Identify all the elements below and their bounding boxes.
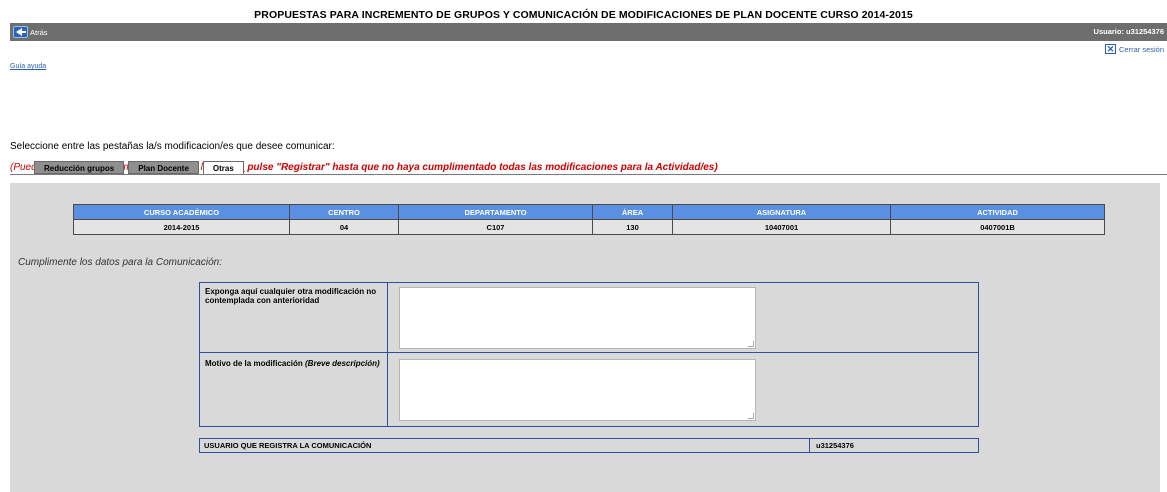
- page-title: PROPUESTAS PARA INCREMENTO DE GRUPOS Y C…: [254, 9, 913, 21]
- reason-label-hint: (Breve descripción): [305, 359, 380, 368]
- warning-part2: pulse "Registrar" hasta que no haya cump…: [244, 162, 718, 173]
- cell-centro: 04: [289, 219, 399, 235]
- cell-area: 130: [592, 219, 673, 235]
- close-icon: ✕: [1104, 44, 1116, 54]
- tab-plan-docente[interactable]: Plan Docente: [128, 161, 199, 174]
- table-row: 2014-2015 04 C107 130 10407001 0407001B: [73, 219, 1105, 235]
- reason-label: Motivo de la modificación (Breve descrip…: [205, 359, 385, 368]
- tab-reduccion-grupos[interactable]: Reducción grupos: [34, 161, 125, 174]
- header-curso: CURSO ACADÉMICO: [73, 204, 290, 220]
- table-header-row: CURSO ACADÉMICO CENTRO DEPARTAMENTO ÁREA…: [73, 204, 1105, 220]
- user-id-label: Usuario: u31254376: [1093, 27, 1164, 36]
- back-arrow-icon: [13, 26, 28, 38]
- cell-asignatura: 10407001: [672, 219, 891, 235]
- form-divider-vertical: [387, 283, 388, 426]
- header-asignatura: ASIGNATURA: [672, 204, 891, 220]
- logout-button[interactable]: ✕ Cerrar sesión: [1104, 44, 1164, 54]
- header-area: ÁREA: [592, 204, 673, 220]
- registrant-value: u31254376: [816, 441, 854, 450]
- other-modification-textarea[interactable]: [399, 287, 756, 349]
- back-button[interactable]: Atrás: [13, 25, 48, 39]
- course-info-table: CURSO ACADÉMICO CENTRO DEPARTAMENTO ÁREA…: [73, 204, 1105, 235]
- top-bar: Atrás Usuario: u31254376: [10, 23, 1167, 41]
- header-departamento: DEPARTAMENTO: [398, 204, 593, 220]
- cell-curso: 2014-2015: [73, 219, 290, 235]
- registrant-label: USUARIO QUE REGISTRA LA COMUNICACIÓN: [204, 441, 372, 450]
- header-actividad: ACTIVIDAD: [890, 204, 1105, 220]
- tab-divider: [10, 174, 1167, 175]
- logout-label: Cerrar sesión: [1118, 44, 1164, 54]
- cell-actividad: 0407001B: [890, 219, 1105, 235]
- communication-form: Exponga aquí cualquier otra modificación…: [199, 282, 979, 427]
- form-intro: Cumplimente los datos para la Comunicaci…: [18, 257, 222, 268]
- cell-departamento: C107: [398, 219, 593, 235]
- resize-grip-icon[interactable]: [748, 341, 754, 347]
- registrant-row: USUARIO QUE REGISTRA LA COMUNICACIÓN u31…: [199, 438, 979, 453]
- other-modification-label: Exponga aquí cualquier otra modificación…: [205, 287, 377, 305]
- header-centro: CENTRO: [289, 204, 399, 220]
- reason-textarea[interactable]: [399, 359, 756, 421]
- help-link[interactable]: Guía ayuda: [10, 63, 46, 70]
- modification-tabs: Reducción grupos Plan Docente Otras: [34, 161, 248, 175]
- instruction-text: Seleccione entre las pestañas la/s modif…: [10, 141, 335, 152]
- resize-grip-icon[interactable]: [748, 413, 754, 419]
- registrant-divider: [809, 439, 810, 452]
- tab-otras[interactable]: Otras: [202, 161, 244, 175]
- form-divider-horizontal: [200, 352, 978, 353]
- back-label: Atrás: [30, 27, 48, 37]
- reason-label-main: Motivo de la modificación: [205, 359, 306, 368]
